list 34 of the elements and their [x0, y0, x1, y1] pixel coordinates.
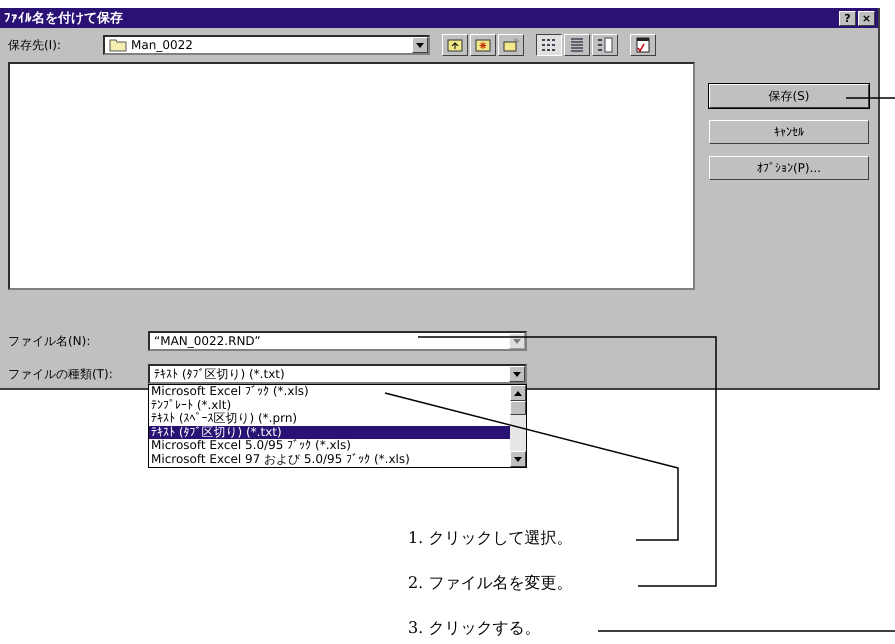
list-item[interactable]: Microsoft Excel 97 および 5.0/95 ﾌﾞｯｸ (*.xls) [149, 452, 510, 467]
list-item[interactable]: ﾃﾝﾌﾟﾚｰﾄ (*.xlt) [149, 398, 510, 412]
toolbar-button[interactable] [536, 34, 562, 56]
caret-icon [509, 333, 525, 349]
file-name-label: ファイル名(N): [8, 332, 92, 350]
folder-icon [109, 38, 127, 52]
help-button[interactable]: ? [839, 10, 856, 26]
cancel-button[interactable]: ｷｬﾝｾﾙ [709, 120, 869, 144]
callout-text: 1. クリックして選択。 [408, 528, 572, 549]
list-icon [540, 36, 558, 54]
window-title: ﾌｧｲﾙ名を付けて保存 [4, 10, 124, 27]
callout-text: 3. クリックする。 [408, 618, 540, 639]
details-icon [568, 36, 586, 54]
leader-line [846, 97, 895, 99]
scroll-thumb[interactable] [510, 401, 526, 415]
callout-text: 2. ファイル名を変更。 [408, 573, 572, 594]
caret-icon [412, 37, 428, 53]
file-type-dropdown[interactable]: ﾃｷｽﾄ (ﾀﾌﾞ区切り) (*.txt) [148, 364, 527, 384]
close-button[interactable]: × [858, 10, 875, 26]
options-button[interactable]: ｵﾌﾟｼｮﾝ(P)... [709, 156, 869, 180]
file-list[interactable] [8, 62, 695, 290]
save-button[interactable]: 保存(S) [709, 84, 869, 108]
file-name-field[interactable]: “MAN_0022.RND” [148, 331, 527, 351]
list-item[interactable]: Microsoft Excel ﾌﾞｯｸ (*.xls) [149, 385, 510, 399]
list-item[interactable]: Microsoft Excel 5.0/95 ﾌﾞｯｸ (*.xls) [149, 439, 510, 453]
list-item[interactable]: ﾃｷｽﾄ (ﾀﾌﾞ区切り) (*.txt) [149, 426, 510, 440]
caret-icon [509, 366, 525, 382]
save-in-label: 保存先(I): [8, 36, 62, 54]
file-type-label: ファイルの種類(T): [8, 366, 114, 382]
properties-icon [596, 36, 614, 54]
scrollbar[interactable] [510, 385, 526, 467]
list-item[interactable]: ﾃｷｽﾄ (ｽﾍﾟｰｽ区切り) (*.prn) [149, 412, 510, 426]
new-folder-icon [502, 36, 520, 54]
save-in-dropdown[interactable]: Man_0022 [103, 35, 430, 55]
